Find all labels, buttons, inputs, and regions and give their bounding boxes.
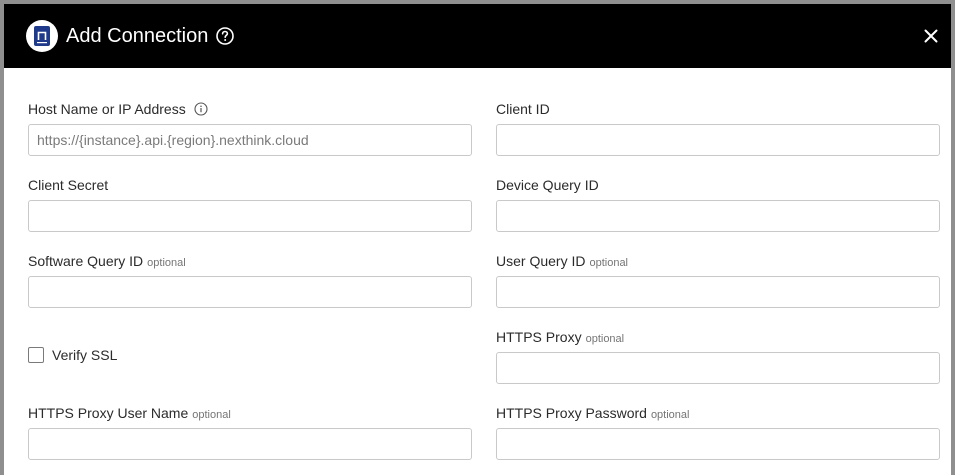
optional-tag: optional [650, 409, 690, 421]
https-proxy-label-text: HTTPS Proxy [496, 329, 582, 345]
host-name-label: Host Name or IP Address [28, 100, 208, 118]
user-query-id-input[interactable] [496, 276, 940, 308]
info-icon[interactable] [194, 102, 208, 116]
host-name-input[interactable] [28, 124, 472, 156]
help-circle-icon[interactable] [215, 26, 235, 46]
verify-ssl-checkbox[interactable] [28, 347, 44, 363]
https-proxy-password-input[interactable] [496, 428, 940, 460]
optional-tag: optional [147, 257, 186, 269]
device-query-id-input[interactable] [496, 200, 940, 232]
software-query-id-input[interactable] [28, 276, 472, 308]
optional-tag: optional [585, 333, 625, 345]
optional-tag: optional [589, 257, 629, 269]
https-proxy-user-name-label-text: HTTPS Proxy User Name [28, 405, 189, 421]
dialog-title: Add Connection [66, 25, 209, 47]
user-query-id-label: User Query ID optional [496, 252, 628, 272]
device-query-id-label: Device Query ID [496, 177, 599, 193]
https-proxy-password-label-text: HTTPS Proxy Password [496, 405, 647, 421]
software-query-id-label: Software Query ID optional [28, 252, 186, 272]
dialog-header: Add Connection [4, 4, 951, 68]
client-secret-input[interactable] [28, 200, 472, 232]
client-id-label: Client ID [496, 101, 550, 117]
software-query-id-label-text: Software Query ID [28, 253, 144, 269]
https-proxy-input[interactable] [496, 352, 940, 384]
https-proxy-password-label: HTTPS Proxy Password optional [496, 404, 689, 424]
client-id-input[interactable] [496, 124, 940, 156]
app-logo [26, 20, 58, 52]
nexthink-logo-icon [34, 26, 50, 46]
https-proxy-label: HTTPS Proxy optional [496, 328, 624, 348]
optional-tag: optional [192, 409, 231, 421]
host-name-label-text: Host Name or IP Address [28, 101, 186, 117]
close-icon[interactable] [922, 27, 940, 45]
client-secret-label: Client Secret [28, 177, 109, 193]
user-query-id-label-text: User Query ID [496, 253, 586, 269]
https-proxy-user-name-input[interactable] [28, 428, 472, 460]
add-connection-dialog: Add Connection Host Name or IP Address C… [0, 0, 955, 475]
verify-ssl-label[interactable]: Verify SSL [52, 346, 117, 364]
https-proxy-user-name-label: HTTPS Proxy User Name optional [28, 404, 231, 424]
